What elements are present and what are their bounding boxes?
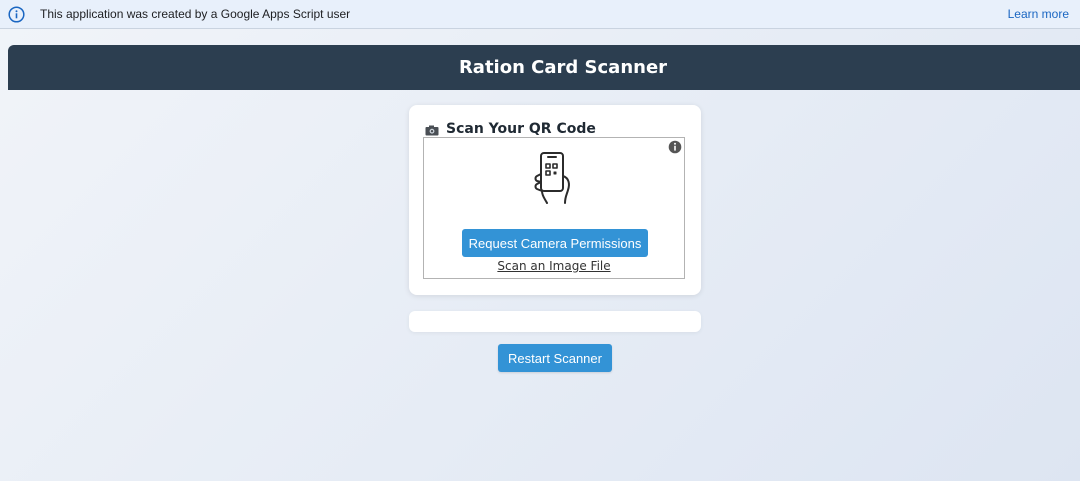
request-camera-permissions-button[interactable]: Request Camera Permissions [462, 229, 648, 257]
learn-more-link[interactable]: Learn more [1008, 7, 1069, 21]
scan-image-file-link[interactable]: Scan an Image File [424, 259, 684, 273]
camera-icon [425, 125, 439, 135]
scanner-heading-text: Scan Your QR Code [446, 121, 596, 137]
scanner-card: Scan Your QR Code Request Camera Permiss… [409, 105, 701, 295]
scan-result-box [409, 311, 701, 332]
page-title: Ration Card Scanner [458, 57, 668, 78]
qr-reader: Request Camera Permissions Scan an Image… [423, 137, 685, 279]
banner-text: This application was created by a Google… [40, 7, 351, 21]
scanner-heading: Scan Your QR Code [425, 121, 596, 137]
info-icon[interactable] [668, 140, 682, 154]
apps-script-banner: This application was created by a Google… [0, 0, 1080, 29]
info-icon [8, 6, 25, 23]
restart-scanner-button[interactable]: Restart Scanner [498, 344, 612, 372]
qr-phone-icon [534, 152, 570, 204]
app-header: Ration Card Scanner [8, 45, 1080, 90]
